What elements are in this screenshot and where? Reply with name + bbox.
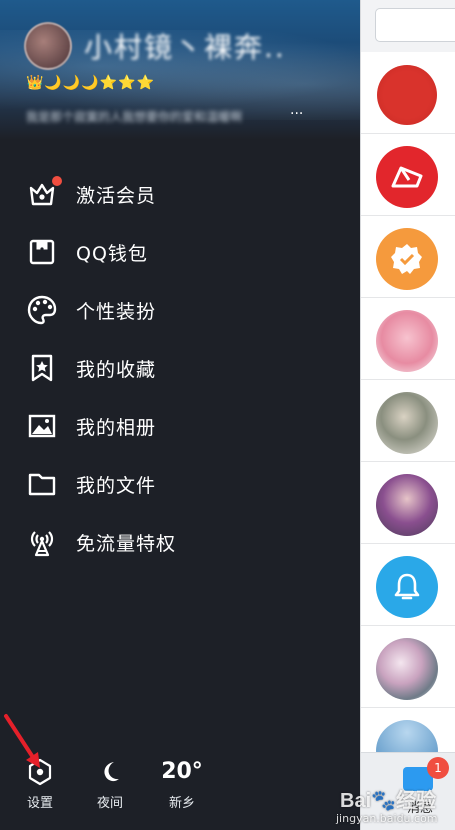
bookmark-star-icon: [26, 352, 58, 384]
list-item[interactable]: [361, 298, 455, 380]
palette-icon: [26, 294, 58, 326]
conversation-list-strip: 1 消息: [360, 0, 455, 830]
menu-item-favorites[interactable]: 我的收藏: [0, 339, 360, 397]
menu-item-album[interactable]: 我的相册: [0, 397, 360, 455]
profile-header[interactable]: 小村镜丶裸奔.. 👑🌙🌙🌙⭐⭐⭐ 我是那个寂寞的人我想要你的爱和温暖啊 ...: [0, 0, 360, 140]
avatar-art: [376, 638, 438, 700]
list-item[interactable]: [361, 544, 455, 626]
nickname[interactable]: 小村镜丶裸奔..: [84, 26, 286, 66]
avatar-painting: [376, 392, 438, 454]
signature-ellipsis: ...: [290, 102, 304, 118]
list-item[interactable]: [361, 462, 455, 544]
settings-button[interactable]: 设置: [10, 752, 70, 811]
drawer-menu: 激活会员 QQ钱包 个性装扮 我的收藏 我的相册 我的文件 免流量特权: [0, 165, 360, 571]
folder-icon: [26, 468, 58, 500]
menu-item-free-data[interactable]: 免流量特权: [0, 513, 360, 571]
settings-label: 设置: [26, 796, 53, 811]
menu-item-personalize[interactable]: 个性装扮: [0, 281, 360, 339]
menu-item-qq-wallet[interactable]: QQ钱包: [0, 223, 360, 281]
notification-dot: [52, 176, 62, 186]
list-item[interactable]: [361, 626, 455, 708]
menu-item-label: 我的收藏: [76, 358, 157, 381]
wallet-icon: [26, 236, 58, 268]
list-item[interactable]: [361, 52, 455, 134]
list-item[interactable]: [361, 134, 455, 216]
menu-item-files[interactable]: 我的文件: [0, 455, 360, 513]
menu-item-label: QQ钱包: [76, 242, 148, 265]
menu-item-label: 我的文件: [76, 474, 157, 497]
unread-badge: 1: [427, 757, 449, 779]
menu-item-label: 我的相册: [76, 416, 157, 439]
photo-icon: [26, 410, 58, 442]
list-item[interactable]: [361, 380, 455, 462]
menu-item-label: 激活会员: [76, 184, 157, 207]
tab-messages[interactable]: 1 消息: [361, 752, 455, 830]
search-box[interactable]: [375, 8, 455, 42]
signature-row[interactable]: 我是那个寂寞的人我想要你的爱和温暖啊 ...: [26, 102, 306, 124]
avatar-red-seal: [376, 64, 438, 126]
avatar-bell: [376, 556, 438, 618]
level-badges[interactable]: 👑🌙🌙🌙⭐⭐⭐: [26, 75, 155, 91]
list-item[interactable]: [361, 216, 455, 298]
side-drawer: 小村镜丶裸奔.. 👑🌙🌙🌙⭐⭐⭐ 我是那个寂寞的人我想要你的爱和温暖啊 ... …: [0, 0, 360, 830]
drawer-bottom-bar: 设置 夜间 20° 新乡: [0, 752, 360, 830]
night-mode-label: 夜间: [96, 796, 123, 811]
moon-icon: [80, 752, 140, 792]
signal-tower-icon: [26, 526, 58, 558]
weather-button[interactable]: 20° 新乡: [152, 752, 212, 811]
weather-temperature: 20°: [161, 759, 203, 784]
avatar-girl: [376, 474, 438, 536]
menu-item-label: 个性装扮: [76, 300, 157, 323]
signature-text: 我是那个寂寞的人我想要你的爱和温暖啊: [26, 110, 243, 124]
night-mode-button[interactable]: 夜间: [80, 752, 140, 811]
crown-icon: [26, 176, 62, 210]
tab-label: 消息: [407, 801, 434, 816]
avatar-orange-badge: [376, 228, 438, 290]
settings-hexagon-icon: [10, 752, 70, 792]
avatar-red-logo: [376, 146, 438, 208]
avatar[interactable]: [24, 22, 72, 70]
menu-item-label: 免流量特权: [76, 532, 177, 555]
weather-city: 新乡: [168, 796, 195, 811]
avatar-pink: [376, 310, 438, 372]
menu-item-activate-vip[interactable]: 激活会员: [0, 165, 360, 223]
